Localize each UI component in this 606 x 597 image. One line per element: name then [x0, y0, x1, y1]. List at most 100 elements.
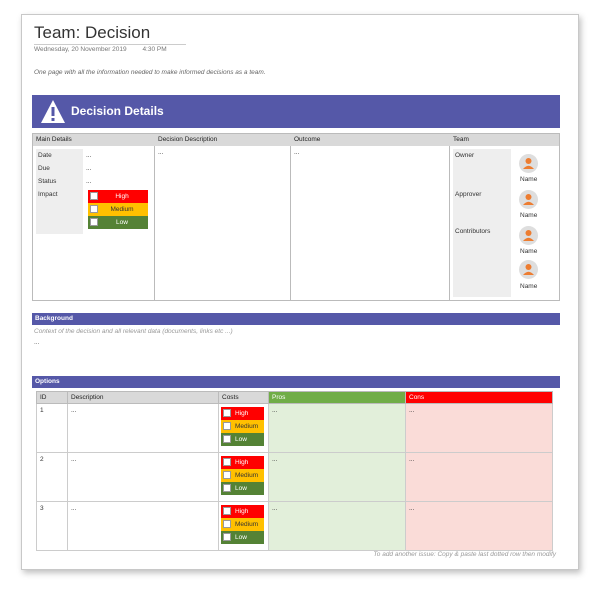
background-placeholder[interactable]: Context of the decision and all relevant… [34, 328, 233, 335]
cost-medium-option[interactable]: Medium [221, 420, 264, 433]
options-section-bar: Options [32, 376, 560, 388]
cost-low-checkbox[interactable] [223, 435, 231, 443]
options-table: ID Description Costs Pros Cons 1 ... Hig… [36, 391, 553, 551]
cost-high-label: High [235, 508, 249, 515]
background-value[interactable]: ... [34, 339, 39, 346]
column-costs: Costs [218, 391, 269, 404]
contributors-label: Contributors [455, 228, 491, 235]
contributor-name[interactable]: Name [520, 248, 537, 255]
cost-medium-label: Medium [235, 423, 259, 430]
outcome-cell[interactable]: ... [291, 146, 450, 300]
status-label: Status [38, 178, 57, 185]
cost-high-checkbox[interactable] [223, 409, 231, 417]
cost-low-label: Low [235, 436, 247, 443]
impact-low-label: Low [116, 219, 128, 226]
date-label: Date [38, 152, 52, 159]
option-costs: High Medium Low [218, 403, 269, 453]
option-id[interactable]: 2 [36, 452, 68, 502]
option-id[interactable]: 3 [36, 501, 68, 551]
cost-low-label: Low [235, 485, 247, 492]
cost-medium-label: Medium [235, 472, 259, 479]
option-pros[interactable]: ... [268, 501, 406, 551]
due-label: Due [38, 165, 50, 172]
cost-medium-label: Medium [235, 521, 259, 528]
option-cons[interactable]: ... [405, 501, 553, 551]
main-details-cell[interactable]: Date ... Due ... Status ... Impact High … [33, 146, 155, 300]
option-row: 3 ... High Medium Low ... ... [36, 501, 553, 551]
cost-high-option[interactable]: High [221, 505, 264, 518]
cost-high-option[interactable]: High [221, 407, 264, 420]
cost-low-option[interactable]: Low [221, 531, 264, 544]
impact-medium-option[interactable]: Medium [88, 203, 148, 216]
cost-medium-checkbox[interactable] [223, 422, 231, 430]
cost-medium-option[interactable]: Medium [221, 518, 264, 531]
onenote-page: Team: Decision Wednesday, 20 November 20… [21, 14, 579, 570]
option-cons[interactable]: ... [405, 403, 553, 453]
decision-description-cell[interactable]: ... [155, 146, 291, 300]
contributor-name[interactable]: Name [520, 283, 537, 290]
status-value[interactable]: ... [86, 178, 91, 185]
page-dateline: Wednesday, 20 November 2019 4:30 PM [34, 46, 181, 53]
cost-high-option[interactable]: High [221, 456, 264, 469]
impact-label: Impact [38, 191, 58, 198]
option-costs: High Medium Low [218, 452, 269, 502]
impact-medium-label: Medium [110, 206, 134, 213]
column-pros: Pros [268, 391, 406, 404]
team-cell[interactable]: Owner Approver Contributors Name Name Na… [450, 146, 560, 300]
approver-avatar-icon[interactable] [519, 190, 538, 209]
contributor-avatar-icon[interactable] [519, 226, 538, 245]
option-id[interactable]: 1 [36, 403, 68, 453]
owner-label: Owner [455, 152, 475, 159]
page-title[interactable]: Team: Decision [34, 23, 150, 43]
page-time: 4:30 PM [142, 46, 167, 53]
cost-medium-checkbox[interactable] [223, 520, 231, 528]
background-section-bar: Background [32, 313, 560, 325]
option-description[interactable]: ... [67, 452, 219, 502]
impact-high-label: High [115, 193, 129, 200]
cost-low-option[interactable]: Low [221, 433, 264, 446]
owner-name[interactable]: Name [520, 176, 537, 183]
banner-title: Decision Details [71, 104, 164, 118]
team-label-box [453, 149, 511, 297]
decision-details-banner: Decision Details [32, 95, 560, 128]
approver-name[interactable]: Name [520, 212, 537, 219]
approver-label: Approver [455, 191, 482, 198]
owner-avatar-icon[interactable] [519, 154, 538, 173]
cost-medium-option[interactable]: Medium [221, 469, 264, 482]
cost-low-option[interactable]: Low [221, 482, 264, 495]
date-value[interactable]: ... [86, 152, 91, 159]
contributor-avatar-icon[interactable] [519, 260, 538, 279]
option-pros[interactable]: ... [268, 403, 406, 453]
cost-low-checkbox[interactable] [223, 484, 231, 492]
cost-high-label: High [235, 459, 249, 466]
option-costs: High Medium Low [218, 501, 269, 551]
option-description[interactable]: ... [67, 403, 219, 453]
cost-medium-checkbox[interactable] [223, 471, 231, 479]
footnote: To add another issue: Copy & paste last … [373, 551, 556, 558]
column-cons: Cons [405, 391, 553, 404]
option-cons[interactable]: ... [405, 452, 553, 502]
option-row: 1 ... High Medium Low ... ... [36, 403, 553, 453]
cost-high-label: High [235, 410, 249, 417]
cost-low-checkbox[interactable] [223, 533, 231, 541]
header-main-details: Main Details [33, 134, 155, 146]
outcome-value[interactable]: ... [291, 146, 449, 159]
impact-low-option[interactable]: Low [88, 216, 148, 229]
warning-icon [40, 99, 66, 129]
option-row: 2 ... High Medium Low ... ... [36, 452, 553, 502]
decision-description-value[interactable]: ... [155, 146, 290, 159]
column-description: Description [67, 391, 219, 404]
page-subtitle[interactable]: One page with all the information needed… [34, 69, 266, 76]
header-outcome: Outcome [291, 134, 450, 146]
impact-high-option[interactable]: High [88, 190, 148, 203]
header-team: Team [450, 134, 559, 146]
details-table: Main Details Decision Description Outcom… [32, 133, 560, 301]
title-underline [34, 44, 186, 45]
due-value[interactable]: ... [86, 165, 91, 172]
option-pros[interactable]: ... [268, 452, 406, 502]
column-id: ID [36, 391, 68, 404]
cost-high-checkbox[interactable] [223, 507, 231, 515]
cost-high-checkbox[interactable] [223, 458, 231, 466]
page-date: Wednesday, 20 November 2019 [34, 46, 127, 53]
option-description[interactable]: ... [67, 501, 219, 551]
